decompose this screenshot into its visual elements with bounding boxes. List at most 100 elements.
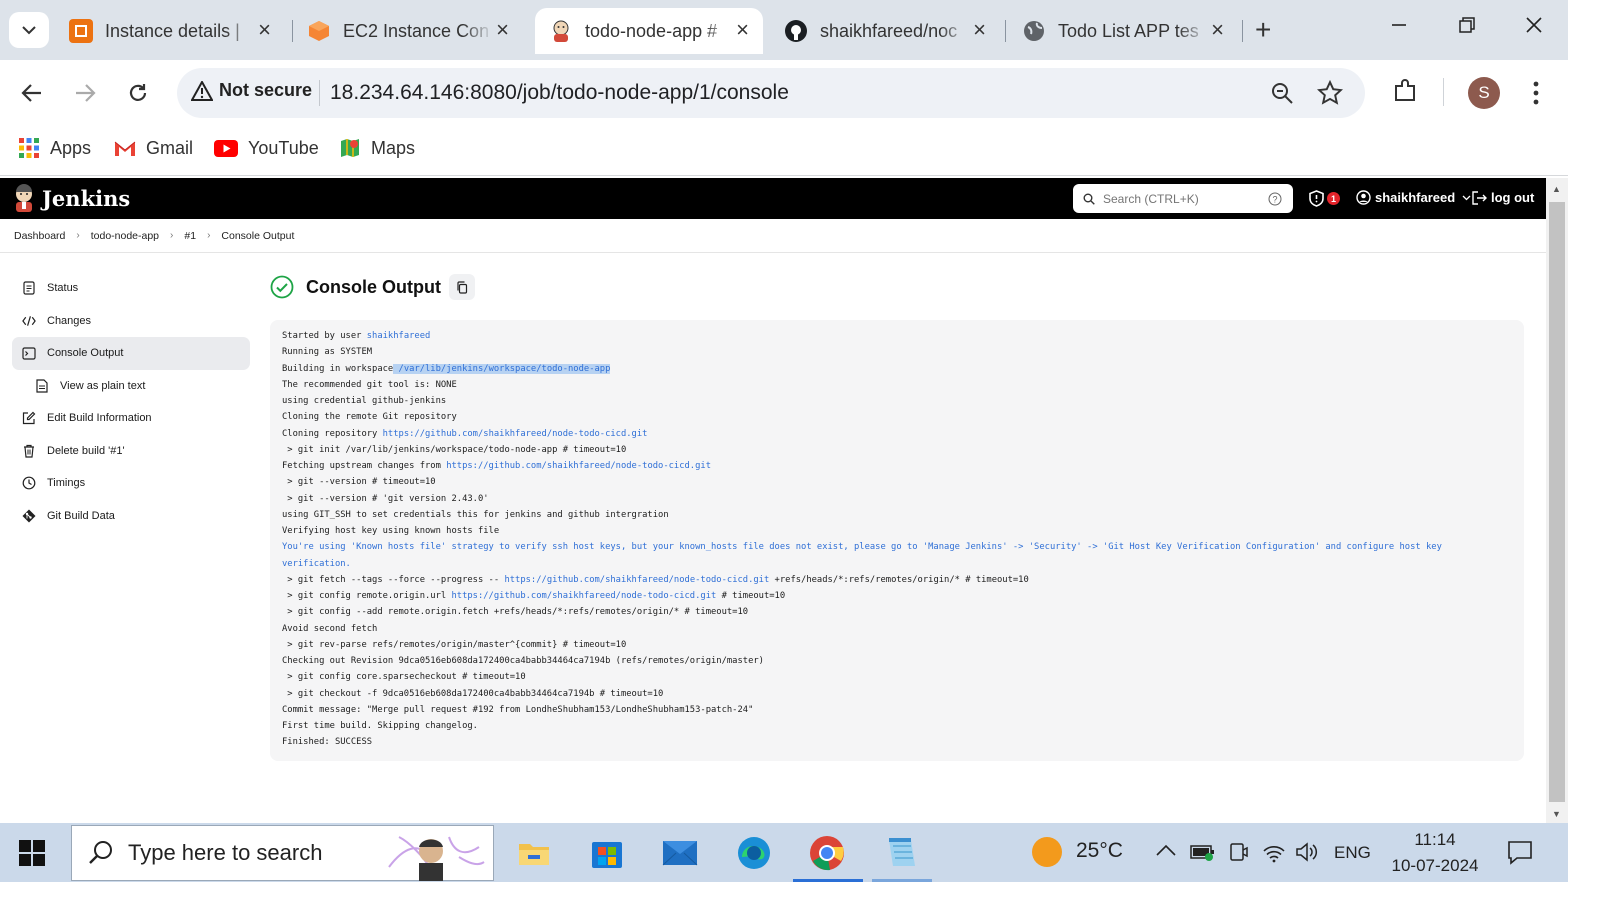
active-app-indicator bbox=[793, 879, 863, 882]
url-text[interactable]: 18.234.64.146:8080/job/todo-node-app/1/c… bbox=[330, 81, 789, 105]
reload-button[interactable] bbox=[123, 78, 153, 108]
speaker-icon[interactable] bbox=[1295, 841, 1319, 868]
battery-icon[interactable] bbox=[1190, 843, 1216, 866]
bookmark-gmail[interactable]: Gmail bbox=[114, 137, 193, 159]
divider bbox=[1443, 78, 1444, 106]
logout-link[interactable]: log out bbox=[1472, 190, 1534, 205]
notifications-icon[interactable] bbox=[1507, 839, 1533, 870]
globe-icon bbox=[1022, 19, 1046, 43]
zoom-icon[interactable] bbox=[1270, 81, 1294, 110]
new-tab-button[interactable]: + bbox=[1255, 16, 1271, 44]
sidebar-item-changes[interactable]: Changes bbox=[12, 305, 250, 338]
page-header: Console Output bbox=[270, 274, 475, 300]
sidebar-item-console-output[interactable]: Console Output bbox=[12, 337, 250, 370]
bookmark-maps[interactable]: Maps bbox=[339, 137, 415, 159]
aws-icon bbox=[69, 19, 93, 43]
sidebar-item-git-build-data[interactable]: Git Build Data bbox=[12, 500, 250, 533]
tab-github-repo[interactable]: shaikhfareed/noc × bbox=[770, 8, 1000, 54]
help-icon[interactable]: ? bbox=[1268, 192, 1282, 206]
arrow-left-icon bbox=[21, 84, 41, 102]
user-menu[interactable]: shaikhfareed bbox=[1356, 190, 1471, 205]
profile-avatar[interactable]: S bbox=[1468, 77, 1500, 109]
close-icon[interactable]: × bbox=[973, 19, 986, 41]
console-text: Running as SYSTEM bbox=[282, 347, 373, 358]
bookmark-star-icon[interactable] bbox=[1316, 79, 1344, 111]
restore-button[interactable] bbox=[1458, 14, 1476, 40]
console-link[interactable]: https://github.com/shaikhfareed/node-tod… bbox=[446, 461, 711, 471]
console-line: using GIT_SSH to set credentials this fo… bbox=[282, 507, 1512, 523]
taskbar-search-input[interactable] bbox=[128, 840, 368, 866]
console-link[interactable]: https://github.com/shaikhfareed/node-tod… bbox=[504, 575, 769, 585]
sidebar-item-status[interactable]: Status bbox=[12, 272, 250, 305]
copy-button[interactable] bbox=[448, 274, 475, 300]
forward-button[interactable] bbox=[70, 78, 100, 108]
minimize-button[interactable] bbox=[1390, 14, 1408, 40]
taskbar-edge[interactable] bbox=[732, 831, 776, 875]
console-link[interactable]: https://github.com/shaikhfareed/node-tod… bbox=[383, 429, 648, 439]
console-line: > git config core.sparsecheckout # timeo… bbox=[282, 669, 1512, 685]
tab-instance-details[interactable]: Instance details | × bbox=[55, 8, 285, 54]
back-button[interactable] bbox=[17, 78, 47, 108]
close-icon[interactable]: × bbox=[258, 19, 271, 41]
close-icon[interactable]: × bbox=[496, 19, 509, 41]
address-bar[interactable]: Not secure 18.234.64.146:8080/job/todo-n… bbox=[177, 68, 1365, 118]
scroll-up-icon[interactable]: ▲ bbox=[1552, 184, 1561, 194]
taskbar-microsoft-store[interactable] bbox=[585, 831, 629, 875]
tab-todo-list-app[interactable]: Todo List APP tes × bbox=[1008, 8, 1238, 54]
jenkins-home-link[interactable]: Jenkins bbox=[12, 184, 130, 212]
store-icon bbox=[592, 842, 622, 868]
sidebar-item-timings[interactable]: Timings bbox=[12, 467, 250, 500]
sidebar-item-delete-build[interactable]: Delete build '#1' bbox=[12, 435, 250, 468]
jenkins-search-input[interactable] bbox=[1103, 191, 1268, 206]
weather-temperature[interactable]: 25°C bbox=[1076, 839, 1123, 863]
jenkins-search-box[interactable]: ? bbox=[1073, 184, 1293, 213]
bookmark-youtube[interactable]: YouTube bbox=[214, 137, 319, 159]
shield-icon bbox=[1309, 190, 1324, 207]
chevron-right-icon: › bbox=[170, 230, 174, 241]
tab-todo-node-app[interactable]: todo-node-app # × bbox=[535, 8, 763, 54]
taskbar-chrome[interactable] bbox=[805, 831, 849, 875]
tab-ec2-instance-connect[interactable]: EC2 Instance Con × bbox=[293, 8, 523, 54]
weather-sun-icon[interactable] bbox=[1032, 837, 1062, 867]
scroll-down-icon[interactable]: ▼ bbox=[1552, 809, 1561, 819]
bookmarks-bar: Apps Gmail YouTube Maps bbox=[0, 124, 1568, 176]
taskbar-notepad[interactable] bbox=[879, 831, 923, 875]
console-output-log: Started by user shaikhfareed Running as S… bbox=[270, 320, 1524, 761]
console-text: Cloning repository bbox=[282, 428, 383, 439]
taskbar-mail[interactable] bbox=[658, 831, 702, 875]
taskbar-file-explorer[interactable] bbox=[512, 831, 556, 875]
breadcrumb-current[interactable]: Console Output bbox=[221, 230, 294, 242]
username: shaikhfareed bbox=[1375, 190, 1456, 205]
wifi-icon[interactable] bbox=[1262, 841, 1286, 868]
sidebar-item-edit-build-information[interactable]: Edit Build Information bbox=[12, 402, 250, 435]
scrollbar-thumb[interactable] bbox=[1549, 202, 1565, 802]
extensions-icon[interactable] bbox=[1392, 78, 1418, 109]
security-alerts[interactable]: 1 bbox=[1309, 190, 1340, 207]
security-indicator[interactable]: Not secure bbox=[191, 80, 312, 101]
language-indicator[interactable]: ENG bbox=[1334, 843, 1371, 863]
console-text: Commit message: "Merge pull request #192… bbox=[282, 704, 754, 715]
console-line: Cloning the remote Git repository bbox=[282, 409, 1512, 425]
sidebar-item-view-plain-text[interactable]: View as plain text bbox=[12, 370, 250, 403]
close-window-button[interactable] bbox=[1525, 14, 1543, 40]
close-icon[interactable]: × bbox=[1211, 19, 1224, 41]
logout-label: log out bbox=[1491, 190, 1535, 205]
tab-search-button[interactable] bbox=[9, 12, 49, 48]
breadcrumb-job[interactable]: todo-node-app bbox=[91, 230, 159, 242]
bookmark-apps[interactable]: Apps bbox=[18, 137, 91, 159]
console-link[interactable]: shaikhfareed bbox=[367, 331, 431, 341]
meet-now-icon[interactable] bbox=[1228, 841, 1248, 868]
start-button[interactable] bbox=[18, 839, 46, 872]
mail-icon bbox=[662, 841, 698, 866]
breadcrumb-build[interactable]: #1 bbox=[184, 230, 196, 242]
page-scrollbar[interactable]: ▲ ▼ bbox=[1546, 178, 1568, 823]
breadcrumb-dashboard[interactable]: Dashboard bbox=[14, 230, 65, 242]
console-link[interactable]: https://github.com/shaikhfareed/node-tod… bbox=[451, 591, 716, 601]
taskbar-search[interactable] bbox=[71, 825, 494, 881]
chevron-down-icon bbox=[1462, 195, 1471, 200]
menu-kebab-icon[interactable] bbox=[1532, 80, 1540, 111]
taskbar-clock[interactable]: 11:14 10-07-2024 bbox=[1390, 827, 1480, 879]
chevron-up-icon[interactable] bbox=[1156, 840, 1176, 861]
clock-icon bbox=[22, 476, 36, 490]
close-icon[interactable]: × bbox=[736, 19, 749, 41]
